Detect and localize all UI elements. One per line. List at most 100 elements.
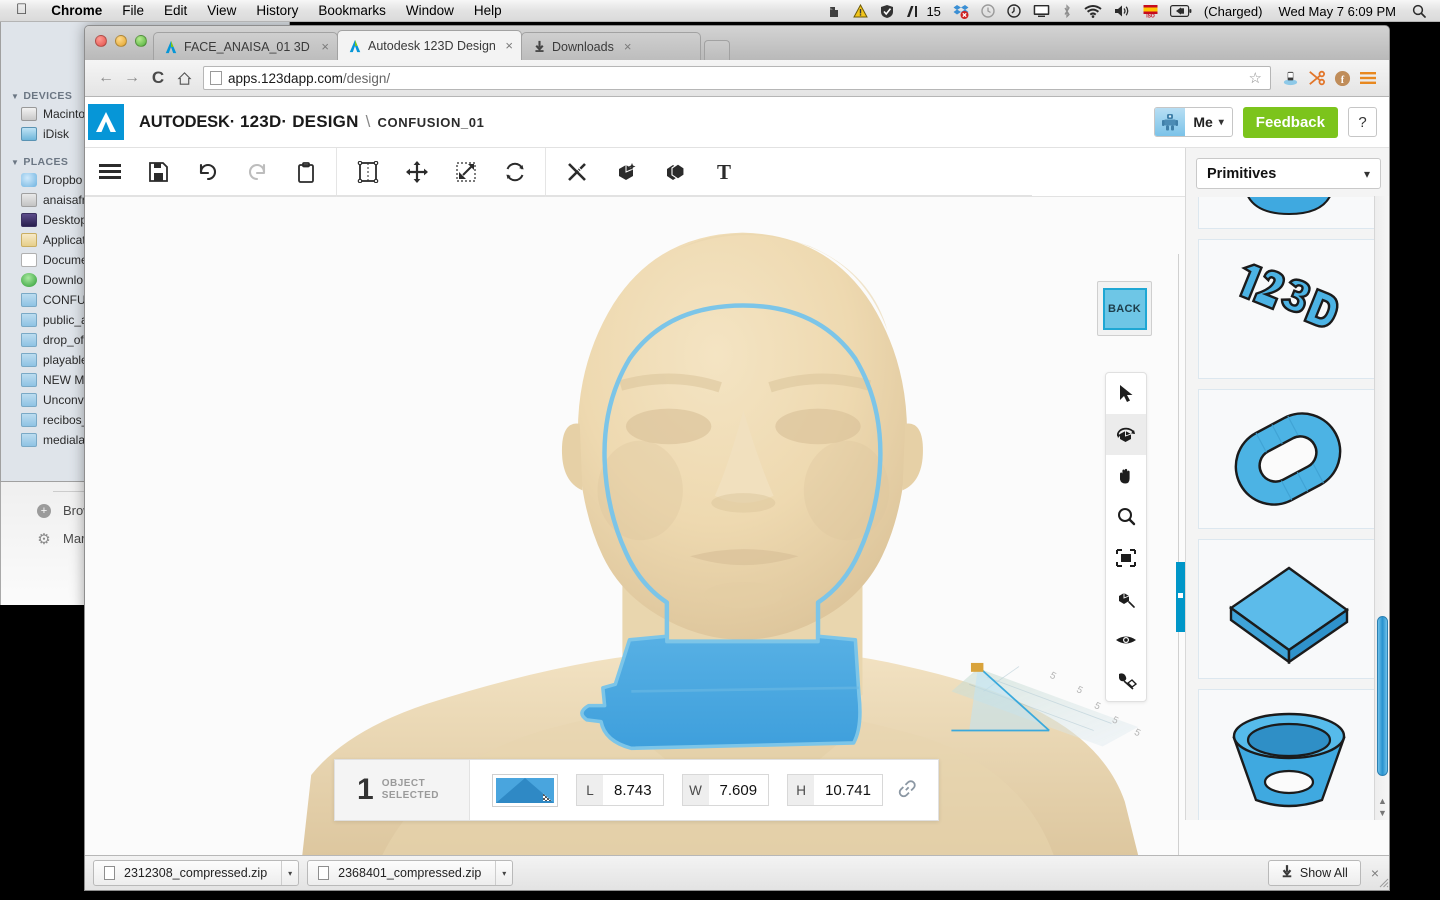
zoom-object-icon[interactable] — [1106, 578, 1146, 619]
feedback-button[interactable]: Feedback — [1242, 106, 1338, 138]
scroll-up-arrow-icon[interactable]: ▲ — [1377, 795, 1388, 806]
shield-check-icon[interactable] — [880, 4, 894, 19]
menu-file[interactable]: File — [112, 3, 154, 18]
help-button[interactable]: ? — [1348, 107, 1377, 137]
monitor-brightness-icon[interactable] — [906, 5, 920, 18]
new-tab-button[interactable] — [704, 40, 730, 60]
primitive-item-box[interactable] — [1198, 539, 1379, 679]
paste-icon[interactable] — [281, 148, 330, 197]
clock-text[interactable]: Wed May 7 6:09 PM — [1278, 4, 1396, 19]
clock-icon[interactable] — [1007, 4, 1021, 18]
disclosure-triangle-icon[interactable]: ▼ — [11, 158, 19, 167]
window-resize-grip[interactable] — [1376, 875, 1389, 888]
time-machine-icon[interactable] — [981, 4, 995, 18]
view-cube[interactable]: BACK — [1097, 281, 1152, 336]
fit-to-window-icon[interactable] — [1106, 537, 1146, 578]
reload-button[interactable]: C — [145, 66, 171, 90]
menu-edit[interactable]: Edit — [154, 3, 197, 18]
download-menu-caret-icon[interactable]: ▾ — [281, 861, 298, 885]
download-menu-caret-icon[interactable]: ▾ — [495, 861, 512, 885]
volume-icon[interactable] — [1114, 4, 1131, 18]
warning-icon[interactable] — [853, 4, 869, 18]
f-circle-icon[interactable]: f — [1329, 66, 1355, 90]
save-icon[interactable] — [134, 148, 183, 197]
select-arrow-icon[interactable] — [1106, 373, 1146, 414]
browser-tab-123d-design[interactable]: Autodesk 123D Design × — [337, 30, 522, 60]
close-tab-icon[interactable]: × — [624, 39, 632, 54]
close-window-button[interactable] — [95, 35, 107, 47]
minimize-window-button[interactable] — [115, 35, 127, 47]
material-icon[interactable] — [1106, 660, 1146, 701]
search-icon[interactable] — [1412, 4, 1426, 18]
width-value[interactable]: 7.609 — [709, 775, 769, 805]
sketch-icon[interactable] — [343, 148, 392, 197]
menu-history[interactable]: History — [246, 3, 308, 18]
rotate-icon[interactable] — [490, 148, 539, 197]
scroll-down-arrow-icon[interactable]: ▼ — [1377, 807, 1388, 818]
back-button[interactable]: ← — [93, 66, 119, 90]
primitive-category-select[interactable]: Primitives ▾ — [1196, 158, 1381, 189]
primitives-scrollbar[interactable]: ▲ ▼ — [1374, 196, 1389, 820]
evernote-clipper-icon[interactable] — [1277, 66, 1303, 90]
wifi-icon[interactable] — [1084, 4, 1102, 18]
visibility-eye-icon[interactable] — [1106, 619, 1146, 660]
move-icon[interactable] — [392, 148, 441, 197]
width-field[interactable]: W 7.609 — [681, 774, 770, 806]
selected-neck-geometry[interactable] — [580, 634, 862, 751]
menu-window[interactable]: Window — [396, 3, 464, 18]
apple-logo-icon[interactable]:  — [0, 2, 41, 17]
show-all-downloads-button[interactable]: Show All — [1267, 860, 1361, 886]
length-field[interactable]: L 8.743 — [576, 774, 664, 806]
primitive-list[interactable] — [1186, 197, 1389, 820]
zoom-icon[interactable] — [1106, 496, 1146, 537]
forward-button[interactable]: → — [119, 66, 145, 90]
combine-icon[interactable] — [601, 148, 650, 197]
background-panel-row-manage[interactable]: ⚙ Mar — [37, 531, 85, 548]
material-swatch-button[interactable] — [492, 773, 558, 807]
disclosure-triangle-icon[interactable]: ▼ — [11, 92, 19, 101]
length-value[interactable]: 8.743 — [603, 775, 663, 805]
download-item-2[interactable]: 2368401_compressed.zip ▾ — [307, 860, 514, 886]
menu-chrome[interactable]: Chrome — [41, 3, 112, 18]
dropbox-error-icon[interactable] — [953, 4, 969, 19]
browser-tab-face-anaisa[interactable]: FACE_ANAISA_01 3D Mode × — [153, 32, 338, 60]
window-controls[interactable] — [95, 35, 147, 47]
bluetooth-icon[interactable] — [1062, 3, 1072, 19]
undo-icon[interactable] — [183, 148, 232, 197]
account-menu-button[interactable]: Me ▾ — [1154, 107, 1233, 137]
pattern-icon[interactable] — [552, 148, 601, 197]
link-chain-icon[interactable] — [895, 776, 923, 804]
scale-icon[interactable] — [441, 148, 490, 197]
browser-tab-downloads[interactable]: Downloads × — [521, 32, 701, 60]
menu-bookmarks[interactable]: Bookmarks — [308, 3, 396, 18]
chrome-menu-icon[interactable] — [1355, 66, 1381, 90]
height-value[interactable]: 10.741 — [814, 775, 882, 805]
scrollbar-thumb[interactable] — [1377, 616, 1388, 776]
display-icon[interactable] — [1033, 4, 1050, 18]
menu-icon[interactable] — [85, 148, 134, 197]
download-item-1[interactable]: 2312308_compressed.zip ▾ — [93, 860, 300, 886]
address-bar[interactable]: apps.123dapp.com/design/ ☆ — [203, 66, 1271, 90]
close-tab-icon[interactable]: × — [505, 38, 513, 53]
close-tab-icon[interactable]: × — [321, 39, 329, 54]
text-icon[interactable]: T — [699, 148, 748, 197]
battery-icon[interactable] — [1169, 5, 1192, 17]
redo-icon[interactable] — [232, 148, 281, 197]
height-field[interactable]: H 10.741 — [787, 774, 883, 806]
evernote-icon[interactable] — [827, 4, 841, 19]
primitive-item-cone-tube[interactable] — [1198, 689, 1379, 820]
view-cube-face-label[interactable]: BACK — [1102, 287, 1147, 330]
primitive-item-torus[interactable] — [1198, 389, 1379, 529]
maximize-window-button[interactable] — [135, 35, 147, 47]
menu-view[interactable]: View — [197, 3, 246, 18]
bookmark-star-icon[interactable]: ☆ — [1249, 69, 1262, 87]
menu-help[interactable]: Help — [464, 3, 512, 18]
scissors-icon[interactable] — [1303, 66, 1329, 90]
home-icon[interactable] — [171, 66, 197, 90]
primitive-item-cylinder[interactable] — [1198, 197, 1379, 229]
pan-hand-icon[interactable] — [1106, 455, 1146, 496]
keyboard-flag-icon[interactable]: ISO — [1143, 4, 1158, 18]
group-icon[interactable] — [650, 148, 699, 197]
panel-resize-handle[interactable] — [1176, 562, 1185, 632]
primitive-item-123d-text[interactable] — [1198, 239, 1379, 379]
